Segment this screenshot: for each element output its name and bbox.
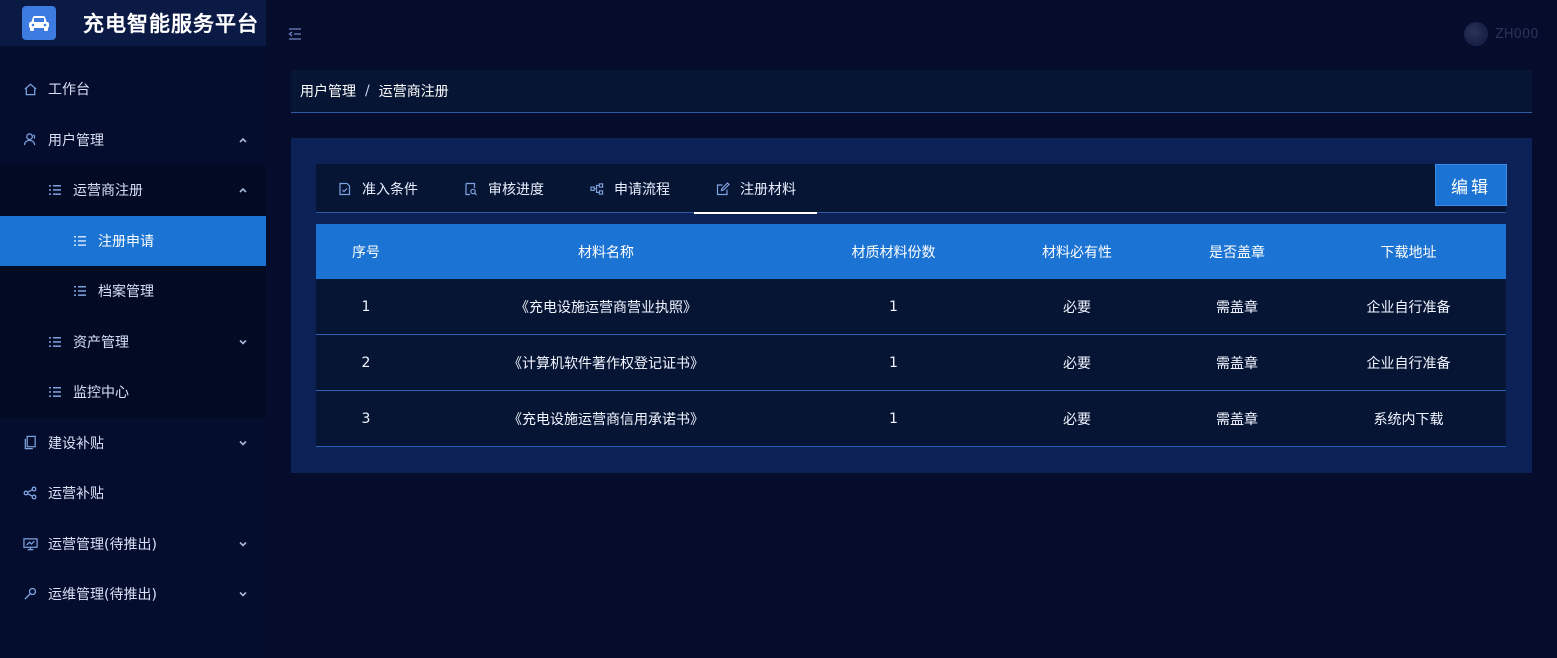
content-panel: 准入条件 审核进度 申请流程 注册材料 编辑 序号 材料名称 材质材料份数 材料… bbox=[291, 138, 1532, 473]
column-header: 下载地址 bbox=[1380, 244, 1437, 261]
user-icon bbox=[22, 132, 38, 148]
sidebar-item-asset-management[interactable]: 资产管理 bbox=[0, 316, 266, 367]
list-icon bbox=[72, 283, 88, 299]
table-cell: 必要 bbox=[1063, 299, 1091, 316]
column-header: 是否盖章 bbox=[1209, 244, 1265, 261]
search-document-icon bbox=[464, 182, 478, 196]
sidebar-item-operation-management[interactable]: 运营管理(待推出) bbox=[0, 519, 266, 570]
sidebar-item-registration-application[interactable]: 注册申请 bbox=[0, 215, 266, 266]
table-row: 1 《充电设施运营商营业执照》 1 必要 需盖章 企业自行准备 bbox=[316, 279, 1506, 335]
sidebar-item-workbench[interactable]: 工作台 bbox=[0, 64, 266, 115]
share-icon bbox=[22, 485, 38, 501]
column-header: 材料名称 bbox=[578, 244, 634, 261]
tabs-bar: 准入条件 审核进度 申请流程 注册材料 bbox=[316, 164, 1506, 214]
table-cell: 1 bbox=[361, 298, 371, 315]
avatar[interactable] bbox=[1464, 22, 1488, 46]
sidebar-item-maintenance-management[interactable]: 运维管理(待推出) bbox=[0, 569, 266, 620]
download-link: 企业自行准备 bbox=[1366, 299, 1451, 316]
sidebar-item-label: 运营商注册 bbox=[73, 183, 143, 200]
user-name: ZH000 bbox=[1495, 26, 1539, 42]
sidebar-item-label: 档案管理 bbox=[98, 284, 154, 301]
breadcrumb: 用户管理 / 运营商注册 bbox=[291, 70, 1532, 113]
chevron-down-icon bbox=[238, 539, 248, 549]
tab-label: 申请流程 bbox=[614, 181, 670, 198]
sidebar-item-label: 监控中心 bbox=[73, 385, 129, 402]
chevron-down-icon bbox=[238, 337, 248, 347]
sidebar-item-label: 工作台 bbox=[48, 82, 90, 99]
download-link[interactable]: 系统内下载 bbox=[1311, 409, 1506, 429]
list-icon bbox=[47, 384, 63, 400]
flow-icon bbox=[590, 182, 604, 196]
car-icon bbox=[22, 6, 56, 40]
logo-bar: 充电智能服务平台 bbox=[0, 0, 266, 46]
chevron-down-icon bbox=[238, 589, 248, 599]
table-cell: 3 bbox=[361, 410, 371, 427]
table-cell: 1 bbox=[889, 298, 898, 315]
sidebar-item-user-management[interactable]: 用户管理 bbox=[0, 115, 266, 166]
sidebar: 充电智能服务平台 工作台 用户管理 运营商注册 注册申请 档案管理 资产管理 监… bbox=[0, 0, 266, 658]
tab-label: 准入条件 bbox=[362, 181, 418, 198]
chevron-up-icon bbox=[238, 135, 248, 145]
sidebar-item-archive-management[interactable]: 档案管理 bbox=[0, 266, 266, 317]
edit-button[interactable]: 编辑 bbox=[1435, 164, 1507, 206]
breadcrumb-parent[interactable]: 用户管理 bbox=[300, 81, 356, 101]
chevron-up-icon bbox=[238, 185, 248, 195]
table-cell: 必要 bbox=[1063, 411, 1091, 428]
table-cell: 《充电设施运营商营业执照》 bbox=[515, 299, 697, 316]
sidebar-item-operation-subsidy[interactable]: 运营补贴 bbox=[0, 468, 266, 519]
breadcrumb-current: 运营商注册 bbox=[378, 84, 449, 100]
sidebar-item-monitoring-center[interactable]: 监控中心 bbox=[0, 367, 266, 418]
table-cell: 1 bbox=[889, 410, 898, 427]
sidebar-item-construction-subsidy[interactable]: 建设补贴 bbox=[0, 418, 266, 469]
tab-review-progress[interactable]: 审核进度 bbox=[464, 164, 544, 213]
table-cell: 1 bbox=[889, 354, 898, 371]
sidebar-item-label: 运维管理(待推出) bbox=[48, 587, 157, 604]
sidebar-item-label: 运营补贴 bbox=[48, 486, 104, 503]
table-cell: 必要 bbox=[1063, 355, 1091, 372]
table-cell: 《充电设施运营商信用承诺书》 bbox=[508, 411, 704, 428]
document-icon bbox=[22, 435, 38, 451]
user-menu[interactable]: ZH000 bbox=[1464, 22, 1539, 46]
chevron-down-icon bbox=[238, 438, 248, 448]
sidebar-item-label: 注册申请 bbox=[98, 233, 154, 250]
sidebar-item-operator-registration[interactable]: 运营商注册 bbox=[0, 165, 266, 216]
document-check-icon bbox=[338, 182, 352, 196]
table-cell: 《计算机软件著作权登记证书》 bbox=[508, 355, 704, 372]
tab-label: 审核进度 bbox=[488, 181, 544, 198]
list-icon bbox=[47, 334, 63, 350]
list-icon bbox=[47, 182, 63, 198]
sidebar-item-label: 运营管理(待推出) bbox=[48, 536, 157, 553]
table-cell: 需盖章 bbox=[1216, 299, 1258, 316]
sidebar-item-label: 资产管理 bbox=[73, 334, 129, 351]
table-cell: 需盖章 bbox=[1216, 355, 1258, 372]
breadcrumb-separator: / bbox=[365, 83, 370, 99]
sidebar-item-label: 用户管理 bbox=[48, 132, 104, 149]
table-cell: 2 bbox=[361, 354, 371, 371]
sidebar-menu: 工作台 用户管理 运营商注册 注册申请 档案管理 资产管理 监控中心 建设补贴 … bbox=[0, 64, 266, 620]
wrench-icon bbox=[22, 586, 38, 602]
list-icon bbox=[72, 233, 88, 249]
tab-registration-materials[interactable]: 注册材料 bbox=[694, 164, 817, 214]
table-row: 2 《计算机软件著作权登记证书》 1 必要 需盖章 企业自行准备 bbox=[316, 335, 1506, 391]
table-header: 序号 材料名称 材质材料份数 材料必有性 是否盖章 下载地址 bbox=[316, 224, 1506, 279]
column-header: 材料必有性 bbox=[1042, 244, 1112, 261]
download-link: 企业自行准备 bbox=[1366, 355, 1451, 372]
table-cell: 需盖章 bbox=[1216, 411, 1258, 428]
column-header: 序号 bbox=[352, 244, 380, 261]
edit-icon bbox=[716, 181, 730, 196]
column-header: 材质材料份数 bbox=[851, 244, 936, 261]
home-icon bbox=[22, 81, 38, 97]
materials-table: 序号 材料名称 材质材料份数 材料必有性 是否盖章 下载地址 1 《充电设施运营… bbox=[316, 224, 1506, 447]
sidebar-item-label: 建设补贴 bbox=[48, 435, 104, 452]
menu-collapse-icon[interactable] bbox=[287, 26, 303, 42]
table-row: 3 《充电设施运营商信用承诺书》 1 必要 需盖章 系统内下载 bbox=[316, 391, 1506, 447]
tab-admission-conditions[interactable]: 准入条件 bbox=[338, 164, 418, 213]
tab-application-process[interactable]: 申请流程 bbox=[590, 164, 670, 213]
monitor-icon bbox=[22, 536, 38, 552]
tab-label: 注册材料 bbox=[740, 181, 796, 198]
app-title: 充电智能服务平台 bbox=[83, 12, 259, 36]
